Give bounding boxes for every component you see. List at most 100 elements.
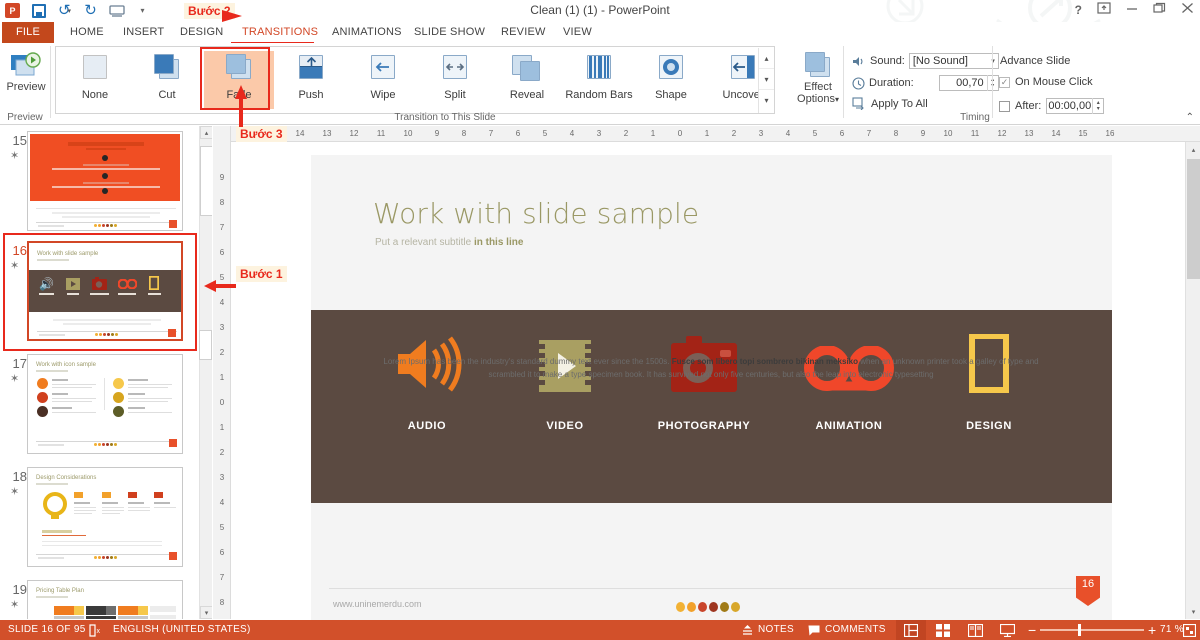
editor-scrollbar[interactable]: ▴ ▾ bbox=[1185, 142, 1200, 619]
random-bars-icon bbox=[582, 54, 616, 86]
media-item-audio[interactable]: AUDIO bbox=[367, 332, 487, 432]
current-slide[interactable]: Work with slide sample Put a relevant su… bbox=[311, 155, 1112, 640]
thumbnail-scroll-thumb[interactable] bbox=[200, 146, 212, 216]
gallery-scroll-down-button[interactable]: ▾ bbox=[759, 69, 774, 90]
media-item-animation[interactable]: ANIMATION bbox=[789, 332, 909, 432]
transition-split-label: Split bbox=[444, 89, 465, 101]
tab-home[interactable]: HOME bbox=[60, 22, 114, 43]
editor-scroll-up-button[interactable]: ▴ bbox=[1186, 142, 1200, 157]
thumbnail-17[interactable]: Work with icon sample bbox=[27, 354, 183, 454]
transition-split[interactable]: Split bbox=[420, 51, 490, 109]
thumbnail-row-15[interactable]: 15 ✶ bbox=[0, 131, 212, 236]
thumbnail-scroll-up-button[interactable]: ▴ bbox=[200, 126, 212, 139]
after-spinner[interactable]: ▴▾ bbox=[1092, 98, 1103, 114]
on-mouse-click-checkbox[interactable]: ✓ bbox=[999, 77, 1010, 88]
restore-button[interactable] bbox=[1153, 2, 1166, 17]
powerpoint-window: P ↺▾ ↻ ▾ Clean (1) (1) - PowerPoint ? bbox=[0, 0, 1200, 640]
comments-button[interactable]: COMMENTS bbox=[808, 620, 886, 640]
thumbnail-row-16[interactable]: 16 ✶ Work with slide sample 🔊 bbox=[0, 241, 212, 346]
fit-to-window-icon[interactable] bbox=[1180, 620, 1198, 640]
editor-scroll-down-button[interactable]: ▾ bbox=[1186, 604, 1200, 619]
tab-file[interactable]: FILE bbox=[2, 22, 54, 43]
language-indicator[interactable]: ENGLISH (UNITED STATES) bbox=[113, 620, 251, 640]
collapse-ribbon-button[interactable]: ⌃ bbox=[1186, 112, 1194, 123]
after-checkbox[interactable] bbox=[999, 101, 1010, 112]
thumbnail-18[interactable]: Design Considerations bbox=[27, 467, 183, 567]
tab-slide-show[interactable]: SLIDE SHOW bbox=[404, 22, 495, 43]
media-item-design[interactable]: DESIGN bbox=[929, 332, 1049, 432]
effect-options-button[interactable]: Effect Options▾ bbox=[790, 51, 846, 106]
sound-row: Sound: [No Sound] ▾ bbox=[852, 53, 999, 69]
slide-sorter-view-button[interactable] bbox=[928, 620, 958, 640]
reading-view-button[interactable] bbox=[960, 620, 990, 640]
on-mouse-click-row[interactable]: ✓ On Mouse Click bbox=[999, 76, 1093, 88]
duration-input[interactable]: 00,70 ▴▾ bbox=[939, 75, 999, 91]
slide-body-text[interactable]: Lorem Ipsum has been the industry's stan… bbox=[371, 355, 1051, 381]
slide-title[interactable]: Work with slide sample bbox=[373, 197, 699, 230]
tab-review[interactable]: REVIEW bbox=[491, 22, 556, 43]
transition-wipe[interactable]: Wipe bbox=[348, 51, 418, 109]
apply-to-all-button[interactable]: Apply To All bbox=[852, 97, 928, 110]
media-label-photography: PHOTOGRAPHY bbox=[658, 420, 751, 432]
thumbnail-row-19[interactable]: 19 ✶ Pricing Table Plan bbox=[0, 580, 212, 619]
horizontal-ruler: 1615 1413 1211 109 87 65 43 21 01 23 45 … bbox=[231, 126, 1200, 142]
tab-transitions[interactable]: TRANSITIONS bbox=[232, 22, 328, 43]
advance-slide-label: Advance Slide bbox=[1000, 55, 1070, 67]
preview-button[interactable]: Preview bbox=[4, 51, 48, 93]
gallery-scroll-up-button[interactable]: ▴ bbox=[759, 48, 774, 69]
media-band: AUDIO bbox=[311, 310, 1112, 503]
slide-subtitle[interactable]: Put a relevant subtitle in this line bbox=[375, 237, 523, 248]
media-item-photography[interactable]: PHOTOGRAPHY bbox=[644, 332, 764, 432]
thumbnail-row-18[interactable]: 18 ✶ Design Considerations bbox=[0, 467, 212, 572]
media-item-video[interactable]: VIDEO bbox=[505, 332, 625, 432]
ribbon-display-options-button[interactable] bbox=[1097, 2, 1111, 17]
tab-view[interactable]: VIEW bbox=[553, 22, 602, 43]
wipe-icon bbox=[366, 54, 400, 86]
notes-button[interactable]: NOTES bbox=[742, 620, 794, 640]
split-icon bbox=[438, 54, 472, 86]
thumbnail-scrollbar[interactable]: ▴ ▾ bbox=[199, 126, 212, 619]
tab-design[interactable]: DESIGN bbox=[170, 22, 233, 43]
zoom-slider[interactable] bbox=[1040, 629, 1144, 631]
tab-insert[interactable]: INSERT bbox=[113, 22, 174, 43]
footer-url[interactable]: www.uninemerdu.com bbox=[333, 599, 422, 609]
proofing-errors-icon[interactable]: x bbox=[88, 620, 104, 640]
transition-shape[interactable]: Shape bbox=[636, 51, 706, 109]
thumbnail-19[interactable]: Pricing Table Plan bbox=[27, 580, 183, 619]
slideshow-view-button[interactable] bbox=[992, 620, 1022, 640]
lightbulb-icon bbox=[42, 491, 68, 523]
slide-subtitle-bold: in this line bbox=[474, 237, 523, 248]
transition-reveal[interactable]: Reveal bbox=[492, 51, 562, 109]
gallery-scrollbar[interactable]: ▴ ▾ ▾ bbox=[758, 48, 773, 113]
zoom-slider-handle[interactable] bbox=[1078, 624, 1081, 636]
gallery-more-button[interactable]: ▾ bbox=[759, 90, 774, 111]
tab-animations[interactable]: ANIMATIONS bbox=[322, 22, 412, 43]
slide-counter[interactable]: SLIDE 16 OF 95 bbox=[8, 620, 86, 640]
thumbnail-scroll-down-button[interactable]: ▾ bbox=[200, 606, 212, 619]
slide-thumbnail-panel[interactable]: 15 ✶ bbox=[0, 126, 212, 619]
zoom-in-button[interactable]: + bbox=[1148, 620, 1156, 640]
mini-slide-18-badge bbox=[169, 552, 177, 560]
sound-select[interactable]: [No Sound] ▾ bbox=[909, 53, 999, 69]
minimize-button[interactable] bbox=[1126, 2, 1138, 17]
normal-view-button[interactable] bbox=[896, 620, 926, 640]
transition-cut[interactable]: Cut bbox=[132, 51, 202, 109]
thumbnail-15[interactable] bbox=[27, 131, 183, 231]
thumbnail-row-17[interactable]: 17 ✶ Work with icon sample bbox=[0, 354, 212, 459]
editor-scroll-thumb[interactable] bbox=[1187, 159, 1200, 279]
sound-icon bbox=[852, 55, 866, 68]
cut-icon bbox=[150, 54, 184, 86]
transition-gallery: None Cut Fade bbox=[55, 46, 775, 114]
mini-slide-17-badge bbox=[169, 439, 177, 447]
panel-splitter[interactable] bbox=[199, 330, 212, 360]
transition-push[interactable]: Push bbox=[276, 51, 346, 109]
notes-label: NOTES bbox=[758, 620, 794, 640]
zoom-out-button[interactable]: − bbox=[1028, 620, 1036, 640]
close-button[interactable] bbox=[1181, 2, 1194, 17]
help-button[interactable]: ? bbox=[1075, 3, 1082, 17]
mini-slide-15-badge bbox=[169, 220, 177, 228]
footer-dot-6 bbox=[731, 602, 740, 612]
thumbnail-star-19: ✶ bbox=[10, 598, 19, 611]
transition-random-bars[interactable]: Random Bars bbox=[564, 51, 634, 109]
transition-none[interactable]: None bbox=[60, 51, 130, 109]
